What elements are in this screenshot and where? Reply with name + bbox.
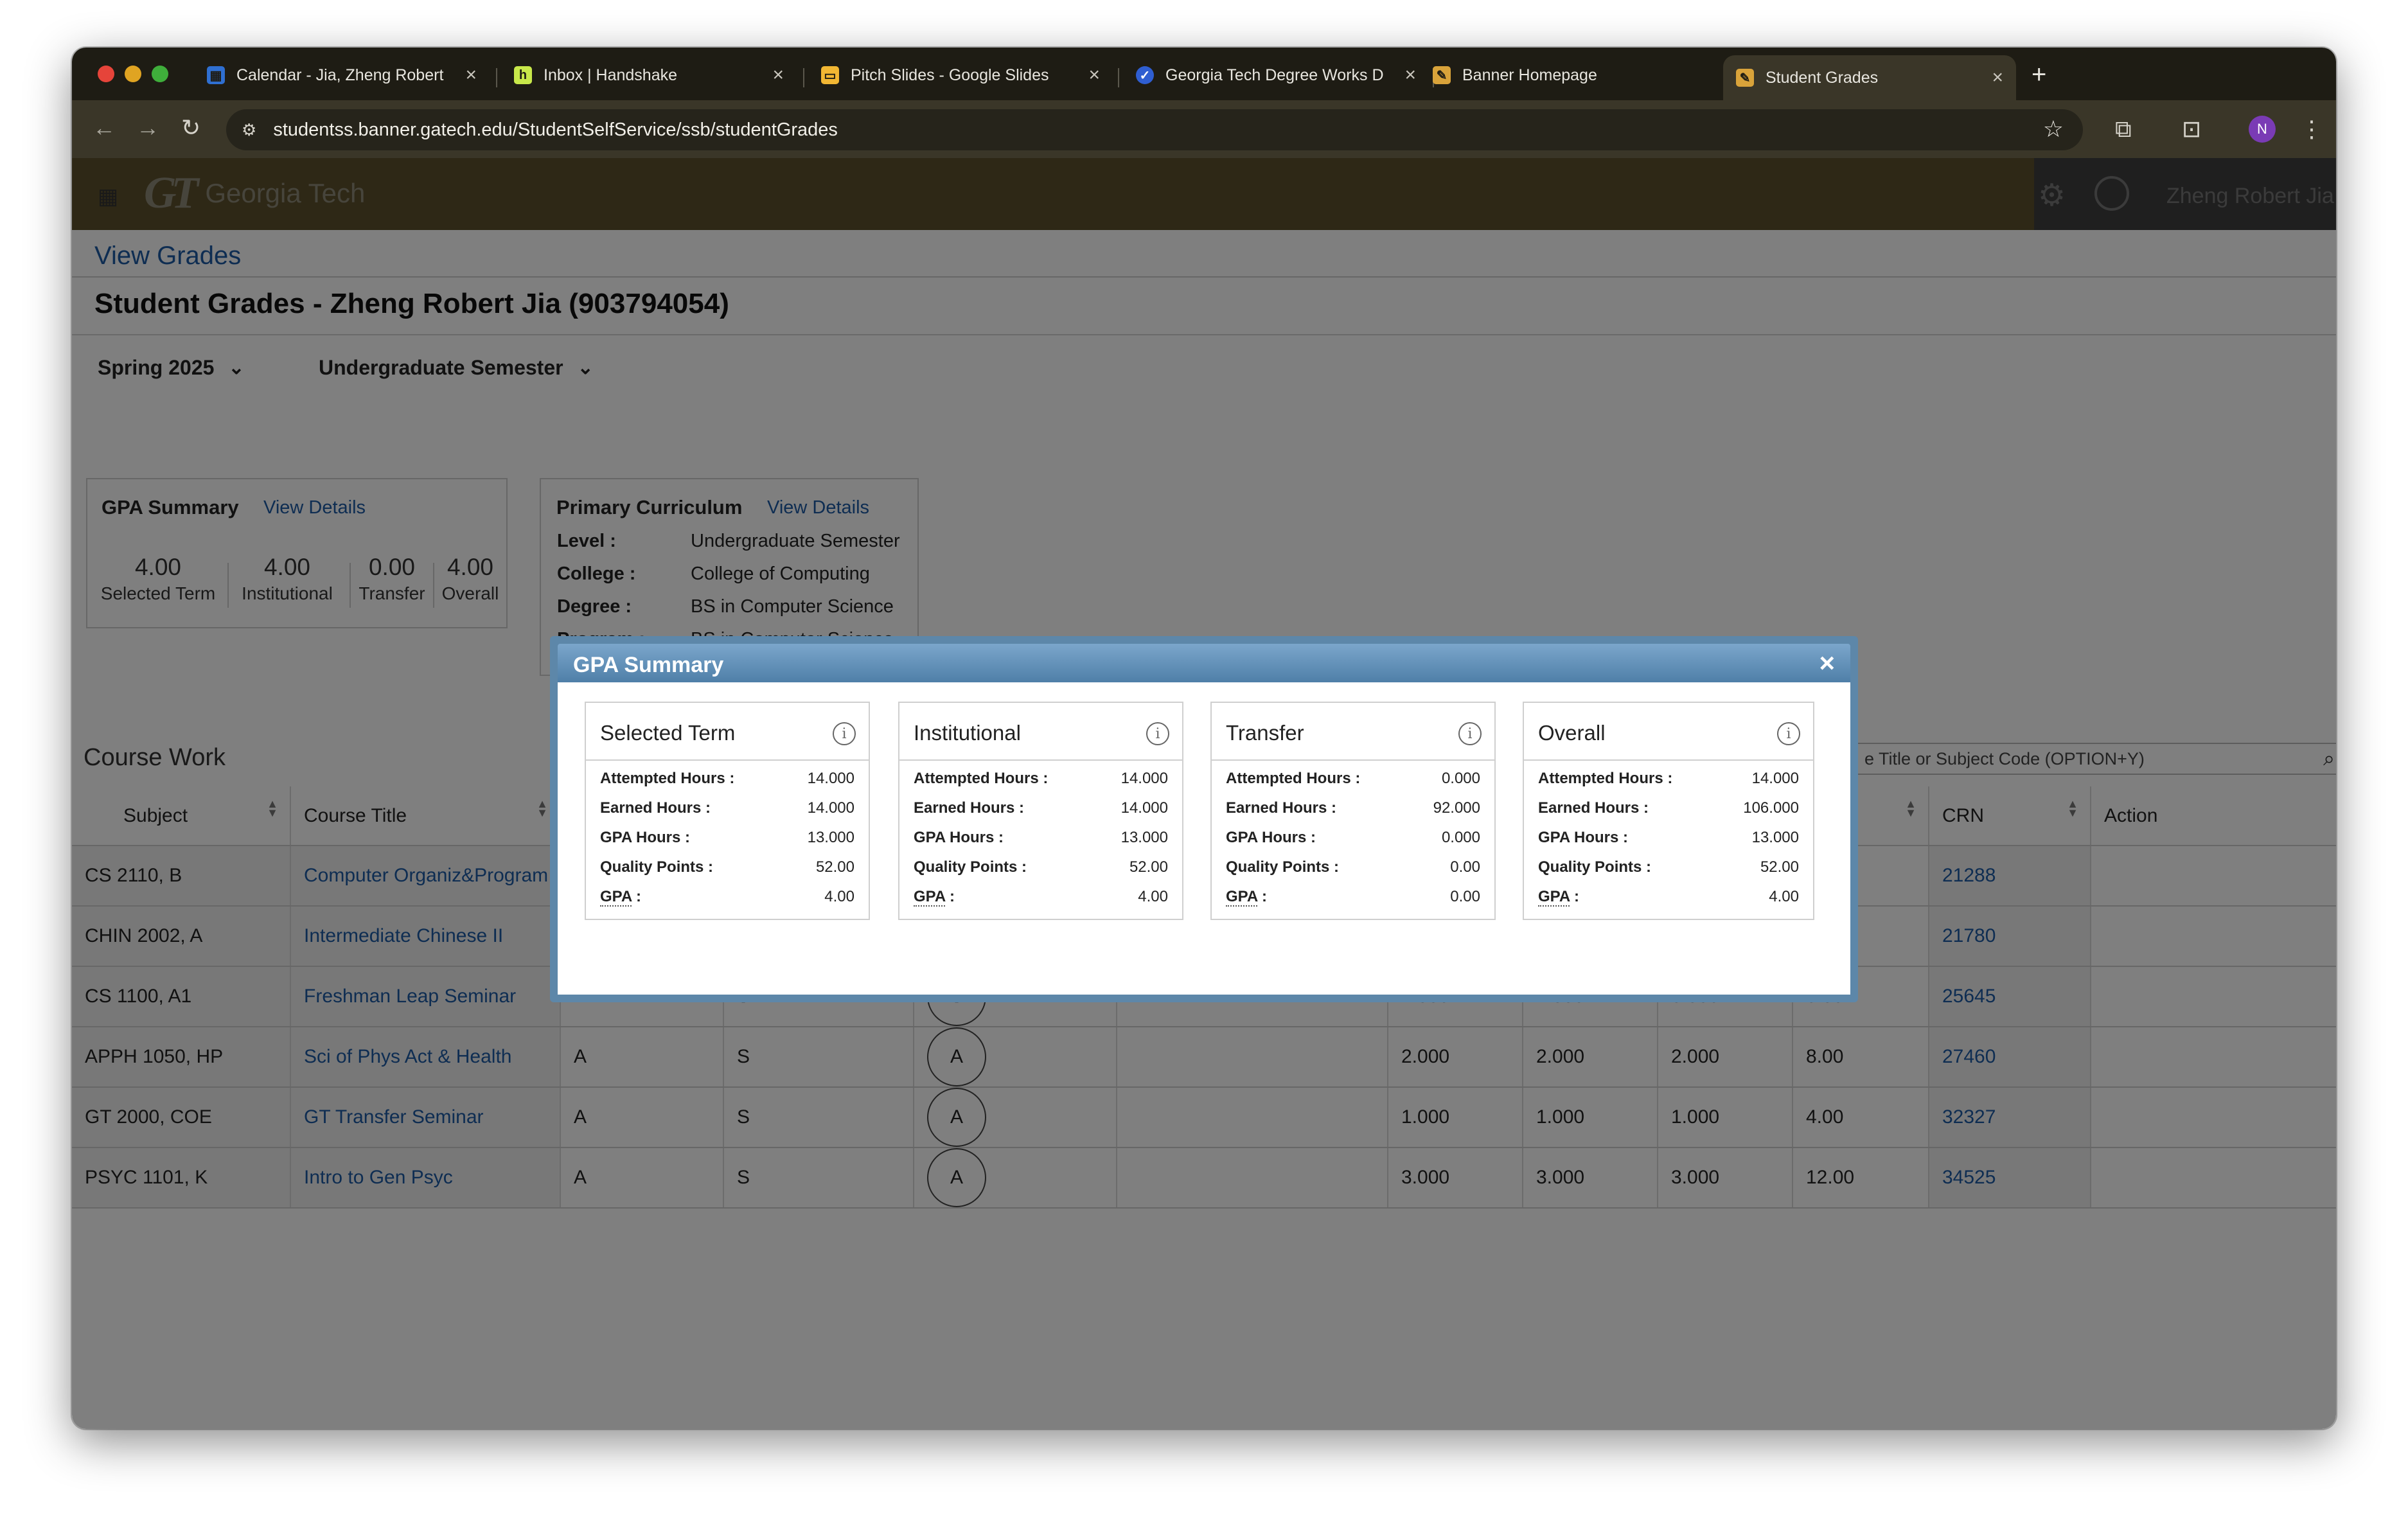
gpa-card-title: Selected Term (600, 721, 736, 745)
tab-label: Inbox | Handshake (544, 66, 678, 84)
gpa-card-title: Institutional (914, 721, 1021, 745)
close-tab-icon[interactable]: × (772, 64, 784, 86)
modal-title: GPA Summary (573, 653, 724, 677)
banner-icon: ✎ (1736, 69, 1754, 87)
tab-handshake[interactable]: h Inbox | Handshake × (501, 55, 797, 95)
info-icon[interactable]: i (1777, 722, 1800, 745)
gpa-card-row: GPA Hours :13.000 (1538, 829, 1799, 846)
gpa-card-header: Overall i (1524, 703, 1813, 761)
tab-calendar[interactable]: ▦ Calendar - Jia, Zheng Robert × (194, 55, 490, 95)
degreeworks-icon: ✓ (1136, 66, 1154, 84)
modal-body: Selected Term i Attempted Hours :14.000 Ear… (558, 682, 1850, 995)
gpa-card-row: Attempted Hours :14.000 (600, 770, 854, 787)
gpa-card-row: Quality Points :0.00 (1226, 858, 1480, 876)
modal-header: GPA Summary × (558, 644, 1850, 682)
tab-search-icon[interactable]: ⊡ (2182, 116, 2201, 143)
gpa-card-title: Overall (1538, 721, 1606, 745)
extensions-icon[interactable]: ⧉ (2115, 116, 2132, 143)
gpa-card-row: Attempted Hours :14.000 (914, 770, 1168, 787)
tab-bar: ▦ Calendar - Jia, Zheng Robert × h Inbox… (72, 48, 2336, 100)
url-text: studentss.banner.gatech.edu/StudentSelfS… (273, 119, 838, 140)
minimize-window-button[interactable] (125, 66, 141, 82)
gpa-card-header: Selected Term i (586, 703, 869, 761)
menu-kebab-icon[interactable]: ⋮ (2300, 116, 2323, 143)
gpa-card-row: GPA Hours :13.000 (914, 829, 1168, 846)
gpa-card-row: Quality Points :52.00 (914, 858, 1168, 876)
tab-google-slides[interactable]: ▭ Pitch Slides - Google Slides × (808, 55, 1113, 95)
gpa-card-row: Earned Hours :14.000 (600, 799, 854, 817)
gpa-card-row: GPA :4.00 (914, 888, 1168, 907)
info-icon[interactable]: i (1458, 722, 1482, 745)
gpa-card-row: Earned Hours :106.000 (1538, 799, 1799, 817)
gpa-card-selected-term: Selected Term i Attempted Hours :14.000 Ear… (585, 702, 870, 920)
close-tab-icon[interactable]: × (1088, 64, 1100, 86)
banner-icon: ✎ (1433, 66, 1451, 84)
gpa-card-header: Transfer i (1212, 703, 1494, 761)
tab-label: Calendar - Jia, Zheng Robert (236, 66, 444, 84)
gpa-card-institutional: Institutional i Attempted Hours :14.000 Ear… (898, 702, 1183, 920)
handshake-icon: h (514, 66, 532, 84)
browser-toolbar: ← → ↻ ⚙ studentss.banner.gatech.edu/Stud… (72, 100, 2336, 158)
slides-icon: ▭ (821, 66, 839, 84)
gpa-card-transfer: Transfer i Attempted Hours :0.000 Earned Ho… (1210, 702, 1496, 920)
calendar-icon: ▦ (207, 66, 225, 84)
gpa-card-overall: Overall i Attempted Hours :14.000 Earned Ho… (1523, 702, 1814, 920)
back-arrow-icon[interactable]: ← (93, 114, 116, 141)
tab-student-grades[interactable]: ✎ Student Grades × (1723, 55, 2016, 100)
reload-icon[interactable]: ↻ (181, 114, 200, 141)
maximize-window-button[interactable] (152, 66, 168, 82)
gpa-card-row: Quality Points :52.00 (600, 858, 854, 876)
gpa-card-row: GPA Hours :0.000 (1226, 829, 1480, 846)
forward-arrow-icon[interactable]: → (136, 114, 159, 141)
gpa-card-row: Earned Hours :92.000 (1226, 799, 1480, 817)
site-settings-icon[interactable]: ⚙ (242, 120, 256, 140)
gpa-card-header: Institutional i (899, 703, 1182, 761)
gpa-card-row: GPA Hours :13.000 (600, 829, 854, 846)
gpa-card-row: GPA :4.00 (1538, 888, 1799, 907)
close-window-button[interactable] (98, 66, 114, 82)
tab-degree-works[interactable]: ✓ Georgia Tech Degree Works D × (1123, 55, 1429, 95)
gpa-card-row: Earned Hours :14.000 (914, 799, 1168, 817)
close-tab-icon[interactable]: × (465, 64, 477, 86)
gpa-card-row: Quality Points :52.00 (1538, 858, 1799, 876)
new-tab-button[interactable]: + (2032, 60, 2046, 89)
close-icon[interactable]: × (1819, 648, 1835, 678)
gpa-card-row: Attempted Hours :0.000 (1226, 770, 1480, 787)
gpa-card-title: Transfer (1226, 721, 1304, 745)
close-tab-icon[interactable]: × (1992, 67, 2003, 89)
gpa-summary-modal: GPA Summary × Selected Term i Attempted Ho… (550, 636, 1858, 1002)
info-icon[interactable]: i (1146, 722, 1169, 745)
tab-label: Banner Homepage (1462, 66, 1597, 84)
profile-initial: N (2257, 121, 2267, 137)
close-tab-icon[interactable]: × (1404, 64, 1416, 86)
tab-label: Georgia Tech Degree Works D (1165, 66, 1384, 84)
browser-window: ▦ Calendar - Jia, Zheng Robert × h Inbox… (72, 48, 2336, 1429)
address-bar[interactable]: ⚙ studentss.banner.gatech.edu/StudentSel… (226, 109, 2083, 150)
gpa-card-row: GPA :4.00 (600, 888, 854, 907)
tab-label: Student Grades (1766, 68, 1879, 87)
info-icon[interactable]: i (833, 722, 856, 745)
bookmark-star-icon[interactable]: ☆ (2043, 116, 2064, 143)
gpa-card-row: GPA :0.00 (1226, 888, 1480, 907)
profile-avatar[interactable]: N (2249, 116, 2276, 143)
gpa-card-row: Attempted Hours :14.000 (1538, 770, 1799, 787)
tab-label: Pitch Slides - Google Slides (851, 66, 1049, 84)
